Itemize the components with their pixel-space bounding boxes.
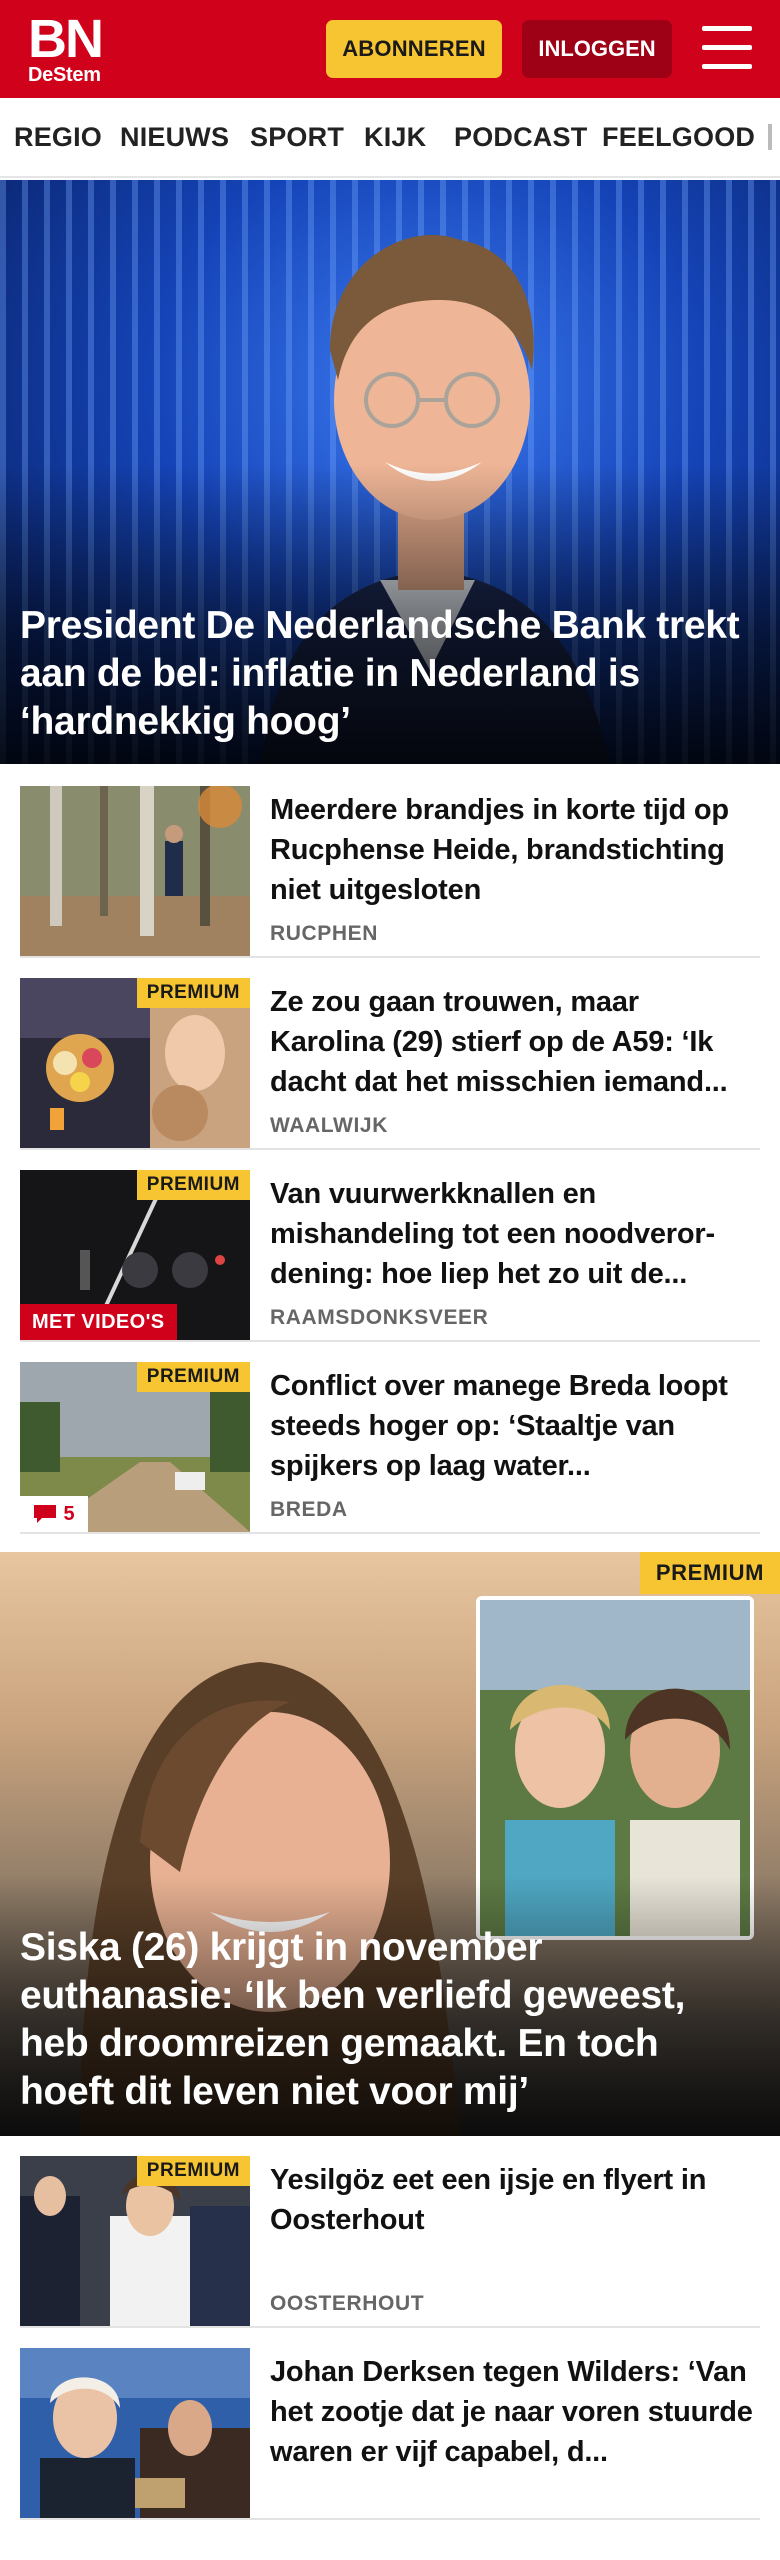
premium-badge: PREMIUM	[136, 978, 250, 1008]
article-location: RAAMSDONKSVEER	[270, 1306, 489, 1329]
nav-overflow-hint	[768, 124, 772, 150]
nav-item-feelgood[interactable]: FEELGOOD	[602, 98, 755, 176]
article-location: WAALWIJK	[270, 1114, 388, 1137]
comment-count: 5	[63, 1502, 75, 1525]
article-thumbnail	[20, 786, 250, 956]
article-title[interactable]: Johan Derksen tegen Wilders: ‘Van het zo…	[270, 2352, 760, 2472]
premium-badge: PREMIUM	[136, 1362, 250, 1392]
article-item[interactable]: PREMIUM Ze zou gaan trouwen, maar Karoli…	[20, 978, 760, 1150]
subscribe-button[interactable]: ABONNEREN	[326, 20, 502, 78]
hero-article[interactable]: President De Nederlandsche Bank trekt aa…	[0, 180, 780, 764]
premium-badge: PREMIUM	[639, 1552, 780, 1594]
article-title[interactable]: Ze zou gaan trouwen, maar Karolina (29) …	[270, 982, 760, 1102]
article-item[interactable]: PREMIUM MET VIDEO'S Van vuurwerkknallen …	[20, 1170, 760, 1342]
nav-item-podcast[interactable]: PODCAST	[454, 98, 587, 176]
feature-article[interactable]: PREMIUM Siska (26) krijgt in november eu…	[0, 1552, 780, 2136]
article-location: RUCPHEN	[270, 922, 379, 945]
premium-badge: PREMIUM	[136, 2156, 250, 2186]
article-title[interactable]: Van vuurwerkknallen en mishandeling tot …	[270, 1174, 760, 1294]
article-title[interactable]: Meerdere brandjes in korte tijd op Rucph…	[270, 790, 760, 910]
article-thumbnail: PREMIUM	[20, 978, 250, 1148]
nav-item-kijk[interactable]: KIJK	[364, 98, 426, 176]
comment-count-badge[interactable]: 5	[20, 1496, 88, 1532]
article-item[interactable]: Johan Derksen tegen Wilders: ‘Van het zo…	[20, 2348, 760, 2520]
nav-item-regio[interactable]: REGIO	[14, 98, 102, 176]
logo-sub: DeStem	[28, 64, 101, 86]
top-bar: BN DeStem ABONNEREN INLOGGEN	[0, 0, 780, 98]
article-item[interactable]: PREMIUM 5 Conflict over manege Breda loo…	[20, 1362, 760, 1534]
site-logo[interactable]: BN DeStem	[28, 9, 128, 88]
feature-title[interactable]: Siska (26) krijgt in november euthanasie…	[20, 1924, 750, 2116]
article-location: OOSTERHOUT	[270, 2292, 425, 2315]
article-item[interactable]: Meerdere brandjes in korte tijd op Rucph…	[20, 786, 760, 958]
article-title[interactable]: Conflict over manege Breda loopt steeds …	[270, 1366, 760, 1486]
article-thumbnail: PREMIUM MET VIDEO'S	[20, 1170, 250, 1340]
hero-title[interactable]: President De Nederlandsche Bank trekt aa…	[20, 602, 752, 746]
video-badge: MET VIDEO'S	[20, 1304, 177, 1340]
nav-item-nieuws[interactable]: NIEUWS	[120, 98, 229, 176]
nav-item-sport[interactable]: SPORT	[250, 98, 344, 176]
article-title[interactable]: Yesilgöz eet een ijsje en flyert in Oost…	[270, 2160, 760, 2240]
section-nav: REGIO NIEUWS SPORT KIJK PODCAST FEELGOOD	[0, 98, 780, 178]
article-item[interactable]: PREMIUM Yesilgöz eet een ijsje en flyert…	[20, 2156, 760, 2328]
article-location: BREDA	[270, 1498, 348, 1521]
hamburger-menu-icon[interactable]	[702, 26, 752, 70]
login-button[interactable]: INLOGGEN	[522, 20, 672, 78]
article-thumbnail: PREMIUM 5	[20, 1362, 250, 1532]
article-thumbnail: PREMIUM	[20, 2156, 250, 2326]
premium-badge: PREMIUM	[136, 1170, 250, 1200]
article-thumbnail	[20, 2348, 250, 2518]
logo-main: BN	[28, 9, 104, 69]
comment-icon	[34, 1505, 57, 1523]
